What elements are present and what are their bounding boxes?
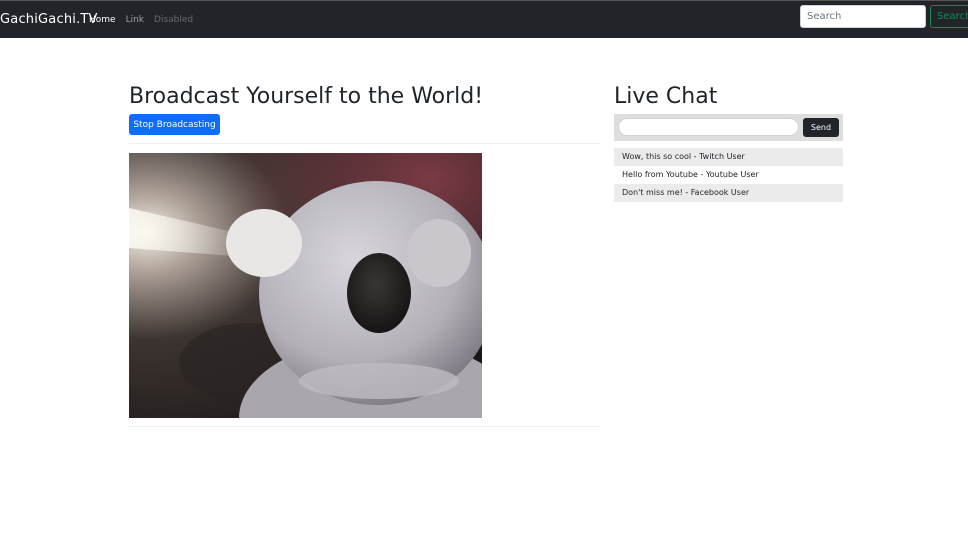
chat-title: Live Chat	[614, 84, 718, 109]
nav-links: Home Link Disabled	[89, 15, 193, 25]
divider	[129, 143, 601, 144]
webcam-video-frame	[129, 153, 482, 418]
chat-message: Wow, this so cool - Twitch User	[614, 148, 843, 166]
chat-input-bar: Send	[614, 114, 843, 141]
divider	[129, 426, 601, 427]
chat-message-list: Wow, this so cool - Twitch User Hello fr…	[614, 148, 843, 202]
nav-link-home[interactable]: Home	[89, 15, 116, 25]
chat-message: Don't miss me! - Facebook User	[614, 184, 843, 202]
chat-message: Hello from Youtube - Youtube User	[622, 170, 759, 179]
navbar: GachiGachi.TV Home Link Disabled Search	[0, 0, 968, 38]
send-button[interactable]: Send	[803, 118, 839, 137]
nav-link-disabled: Disabled	[154, 15, 194, 25]
stop-broadcasting-button[interactable]: Stop Broadcasting	[129, 114, 220, 135]
search-input[interactable]	[800, 5, 926, 28]
page-title: Broadcast Yourself to the World!	[129, 84, 484, 109]
search-button[interactable]: Search	[930, 5, 968, 28]
chat-message-input[interactable]	[618, 118, 799, 136]
video-stream	[129, 153, 482, 418]
brand-logo[interactable]: GachiGachi.TV	[0, 12, 98, 27]
nav-link-link[interactable]: Link	[126, 15, 144, 25]
